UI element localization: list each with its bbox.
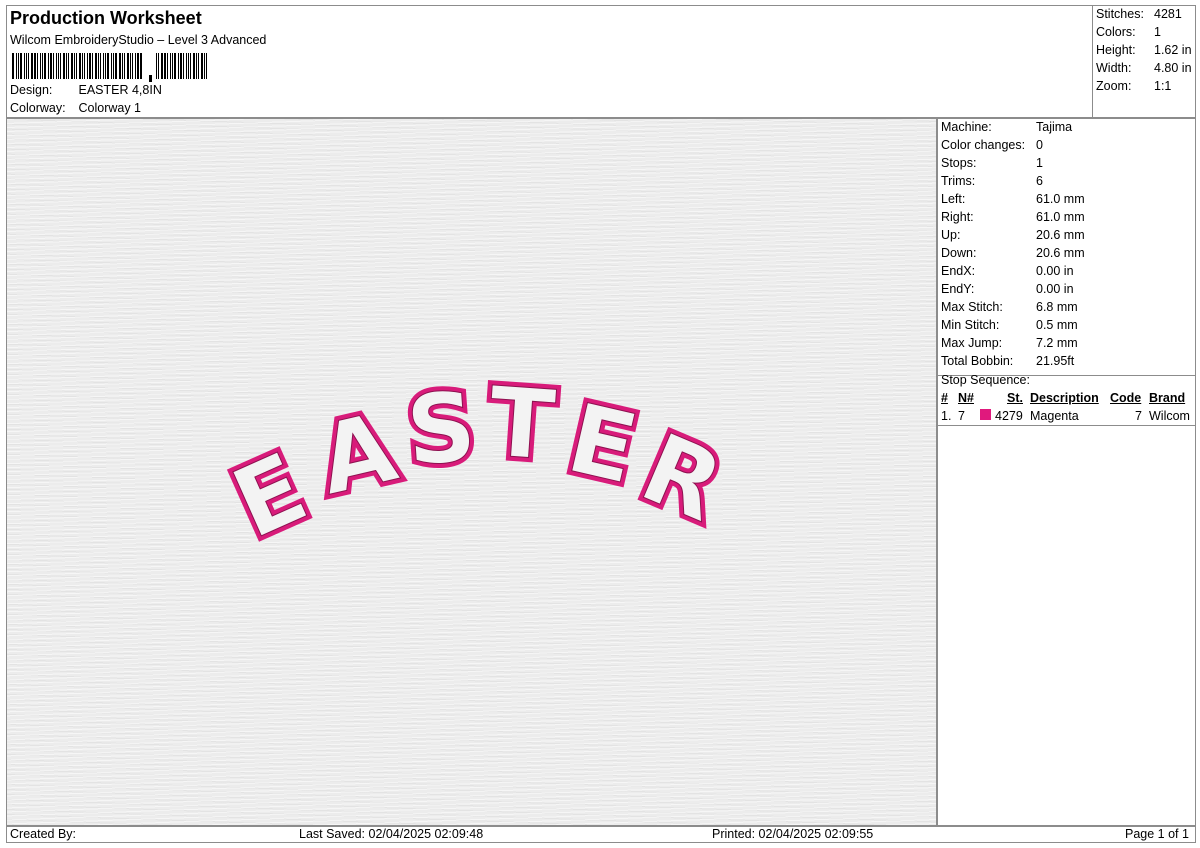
detail-label: Max Stitch:: [941, 300, 1003, 314]
detail-label: Machine:: [941, 120, 992, 134]
detail-value: 6.8 mm: [1036, 300, 1078, 314]
detail-row: Max Stitch: 6.8 mm: [941, 300, 1193, 314]
seq-num: 1.: [941, 409, 952, 423]
divider: [938, 425, 1195, 426]
design-value: EASTER 4,8IN: [78, 83, 162, 97]
detail-label: Max Jump:: [941, 336, 1003, 350]
detail-row: Stops: 1: [941, 156, 1193, 170]
detail-label: EndY:: [941, 282, 975, 296]
detail-row: Left: 61.0 mm: [941, 192, 1193, 206]
detail-value: 20.6 mm: [1036, 228, 1085, 242]
detail-label: Color changes:: [941, 138, 1026, 152]
detail-value: 20.6 mm: [1036, 246, 1085, 260]
col-header-description: Description: [1030, 391, 1099, 405]
detail-row: Up: 20.6 mm: [941, 228, 1193, 242]
detail-label: Left:: [941, 192, 966, 206]
summary-row: Height: 1.62 in: [1096, 43, 1196, 57]
summary-label: Colors:: [1096, 25, 1136, 39]
summary-row: Zoom: 1:1: [1096, 79, 1196, 93]
summary-label: Width:: [1096, 61, 1132, 75]
stop-sequence-title: Stop Sequence:: [941, 373, 1030, 387]
design-letter-outline: E: [217, 431, 322, 560]
design-letter-outline: R: [626, 412, 738, 544]
detail-row: Total Bobbin: 21.95ft: [941, 354, 1193, 368]
design-letter-outline: S: [403, 371, 480, 488]
detail-label: Up:: [941, 228, 961, 242]
colorway-value: Colorway 1: [78, 101, 142, 115]
design-letters: EEAASS TT EERR: [213, 361, 743, 564]
summary-value: 4.80 in: [1154, 61, 1192, 75]
design-letter-outline: A: [309, 391, 407, 517]
detail-label: Min Stitch:: [941, 318, 1000, 332]
summary-value: 4281: [1154, 7, 1182, 21]
design-letter-outline: T: [485, 366, 558, 482]
page-title: Production Worksheet: [10, 8, 202, 28]
summary-row: Stitches: 4281: [1096, 7, 1196, 21]
design-preview: EEAASSTTEERR: [6, 118, 937, 826]
design-letter-outline: E: [558, 382, 647, 506]
detail-row: Trims: 6: [941, 174, 1193, 188]
design-label: Design:: [10, 83, 53, 97]
detail-row: Color changes: 0: [941, 138, 1193, 152]
col-header-code: Code: [1110, 391, 1142, 405]
detail-row: Max Jump: 7.2 mm: [941, 336, 1193, 350]
last-saved: Last Saved: 02/04/2025 02:09:48: [299, 827, 484, 841]
detail-label: EndX:: [941, 264, 976, 278]
summary-label: Stitches:: [1096, 7, 1144, 21]
software-name: Wilcom EmbroideryStudio – Level 3 Advanc…: [10, 33, 267, 47]
col-header-n: N#: [958, 391, 974, 405]
detail-row: Min Stitch: 0.5 mm: [941, 318, 1193, 332]
worksheet-footer: Created By: Last Saved: 02/04/2025 02:09…: [6, 826, 1196, 843]
col-header-st: St.: [1007, 391, 1023, 405]
seq-brand: Wilcom: [1149, 409, 1190, 423]
summary-label: Zoom:: [1096, 79, 1132, 93]
detail-label: Total Bobbin:: [941, 354, 1014, 368]
detail-row: Right: 61.0 mm: [941, 210, 1193, 224]
barcode-image: [12, 53, 207, 82]
colorway-row: Colorway: Colorway 1: [10, 101, 141, 115]
colorway-label: Colorway:: [10, 101, 66, 115]
col-header-num: #: [941, 391, 948, 405]
page-number: Page 1 of 1: [1125, 827, 1189, 841]
detail-row: EndX: 0.00 in: [941, 264, 1193, 278]
seq-description: Magenta: [1030, 409, 1079, 423]
detail-value: 0.00 in: [1036, 282, 1074, 296]
created-by: Created By:: [10, 827, 77, 841]
detail-row: Machine: Tajima: [941, 120, 1193, 134]
detail-value: 1: [1036, 156, 1043, 170]
seq-stitches: 4279: [995, 409, 1023, 423]
col-header-brand: Brand: [1149, 391, 1186, 405]
summary-row: Width: 4.80 in: [1096, 61, 1196, 75]
seq-code: 7: [1135, 409, 1142, 423]
summary-value: 1:1: [1154, 79, 1172, 93]
worksheet-header: Production Worksheet Wilcom EmbroiderySt…: [6, 5, 1092, 118]
detail-value: 61.0 mm: [1036, 210, 1085, 224]
printed-date: Printed: 02/04/2025 02:09:55: [712, 827, 874, 841]
detail-value: Tajima: [1036, 120, 1073, 134]
detail-value: 0.00 in: [1036, 264, 1074, 278]
design-row: Design: EASTER 4,8IN: [10, 83, 162, 97]
detail-row: Down: 20.6 mm: [941, 246, 1193, 260]
detail-label: Trims:: [941, 174, 976, 188]
detail-value: 21.95ft: [1036, 354, 1075, 368]
detail-label: Right:: [941, 210, 974, 224]
summary-label: Height:: [1096, 43, 1136, 57]
embroidery-design: EEAASS TT EERR: [213, 361, 743, 564]
detail-value: 0.5 mm: [1036, 318, 1078, 332]
detail-label: Stops:: [941, 156, 977, 170]
seq-needle: 7: [958, 409, 965, 423]
detail-value: 61.0 mm: [1036, 192, 1085, 206]
summary-row: Colors: 1: [1096, 25, 1196, 39]
thread-color-swatch: [980, 409, 991, 420]
detail-value: 0: [1036, 138, 1043, 152]
detail-label: Down:: [941, 246, 977, 260]
summary-panel: Stitches: 4281 Colors: 1 Height: 1.62 in Wi…: [1092, 5, 1196, 118]
summary-value: 1.62 in: [1154, 43, 1192, 57]
summary-value: 1: [1154, 25, 1161, 39]
details-panel: Machine: Tajima Color changes: 0 Stops: 1 T…: [937, 118, 1196, 826]
detail-value: 6: [1036, 174, 1043, 188]
detail-value: 7.2 mm: [1036, 336, 1078, 350]
detail-row: EndY: 0.00 in: [941, 282, 1193, 296]
